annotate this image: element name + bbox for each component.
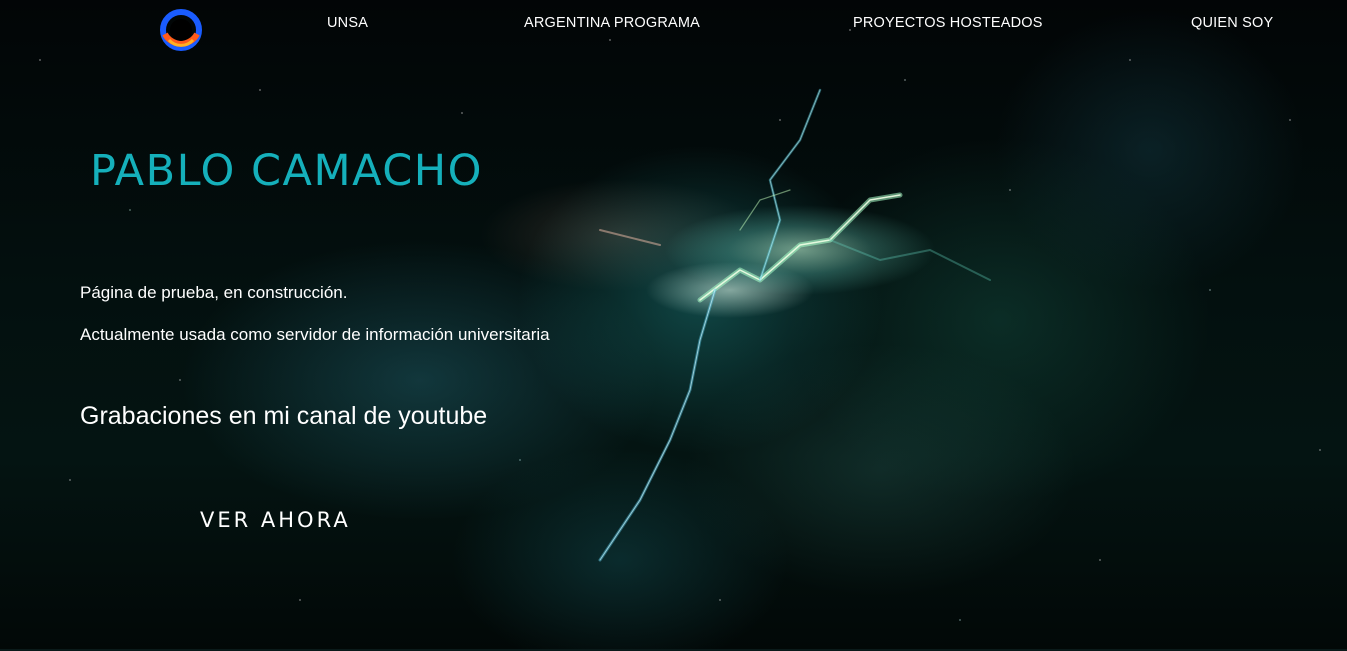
page: UNSA ARGENTINA PROGRAMA PROYECTOS HOSTEA…	[0, 0, 1347, 651]
nav-link-unsa[interactable]: UNSA	[327, 15, 368, 31]
nav-link-argentina-programa[interactable]: ARGENTINA PROGRAMA	[524, 15, 700, 31]
youtube-subtitle: Grabaciones en mi canal de youtube	[80, 402, 488, 430]
intro-paragraph: Página de prueba, en construcción.	[80, 283, 348, 302]
nav-link-proyectos-hosteados[interactable]: PROYECTOS HOSTEADOS	[853, 15, 1043, 31]
ver-ahora-button[interactable]: VER AHORA	[200, 508, 351, 532]
top-navigation: UNSA ARGENTINA PROGRAMA PROYECTOS HOSTEA…	[0, 0, 1347, 51]
circular-fire-logo-icon[interactable]	[155, 4, 207, 56]
nav-link-quien-soy[interactable]: QUIEN SOY	[1191, 15, 1273, 31]
description-paragraph: Actualmente usada como servidor de infor…	[80, 325, 550, 344]
page-title: PABLO CAMACHO	[90, 146, 483, 196]
